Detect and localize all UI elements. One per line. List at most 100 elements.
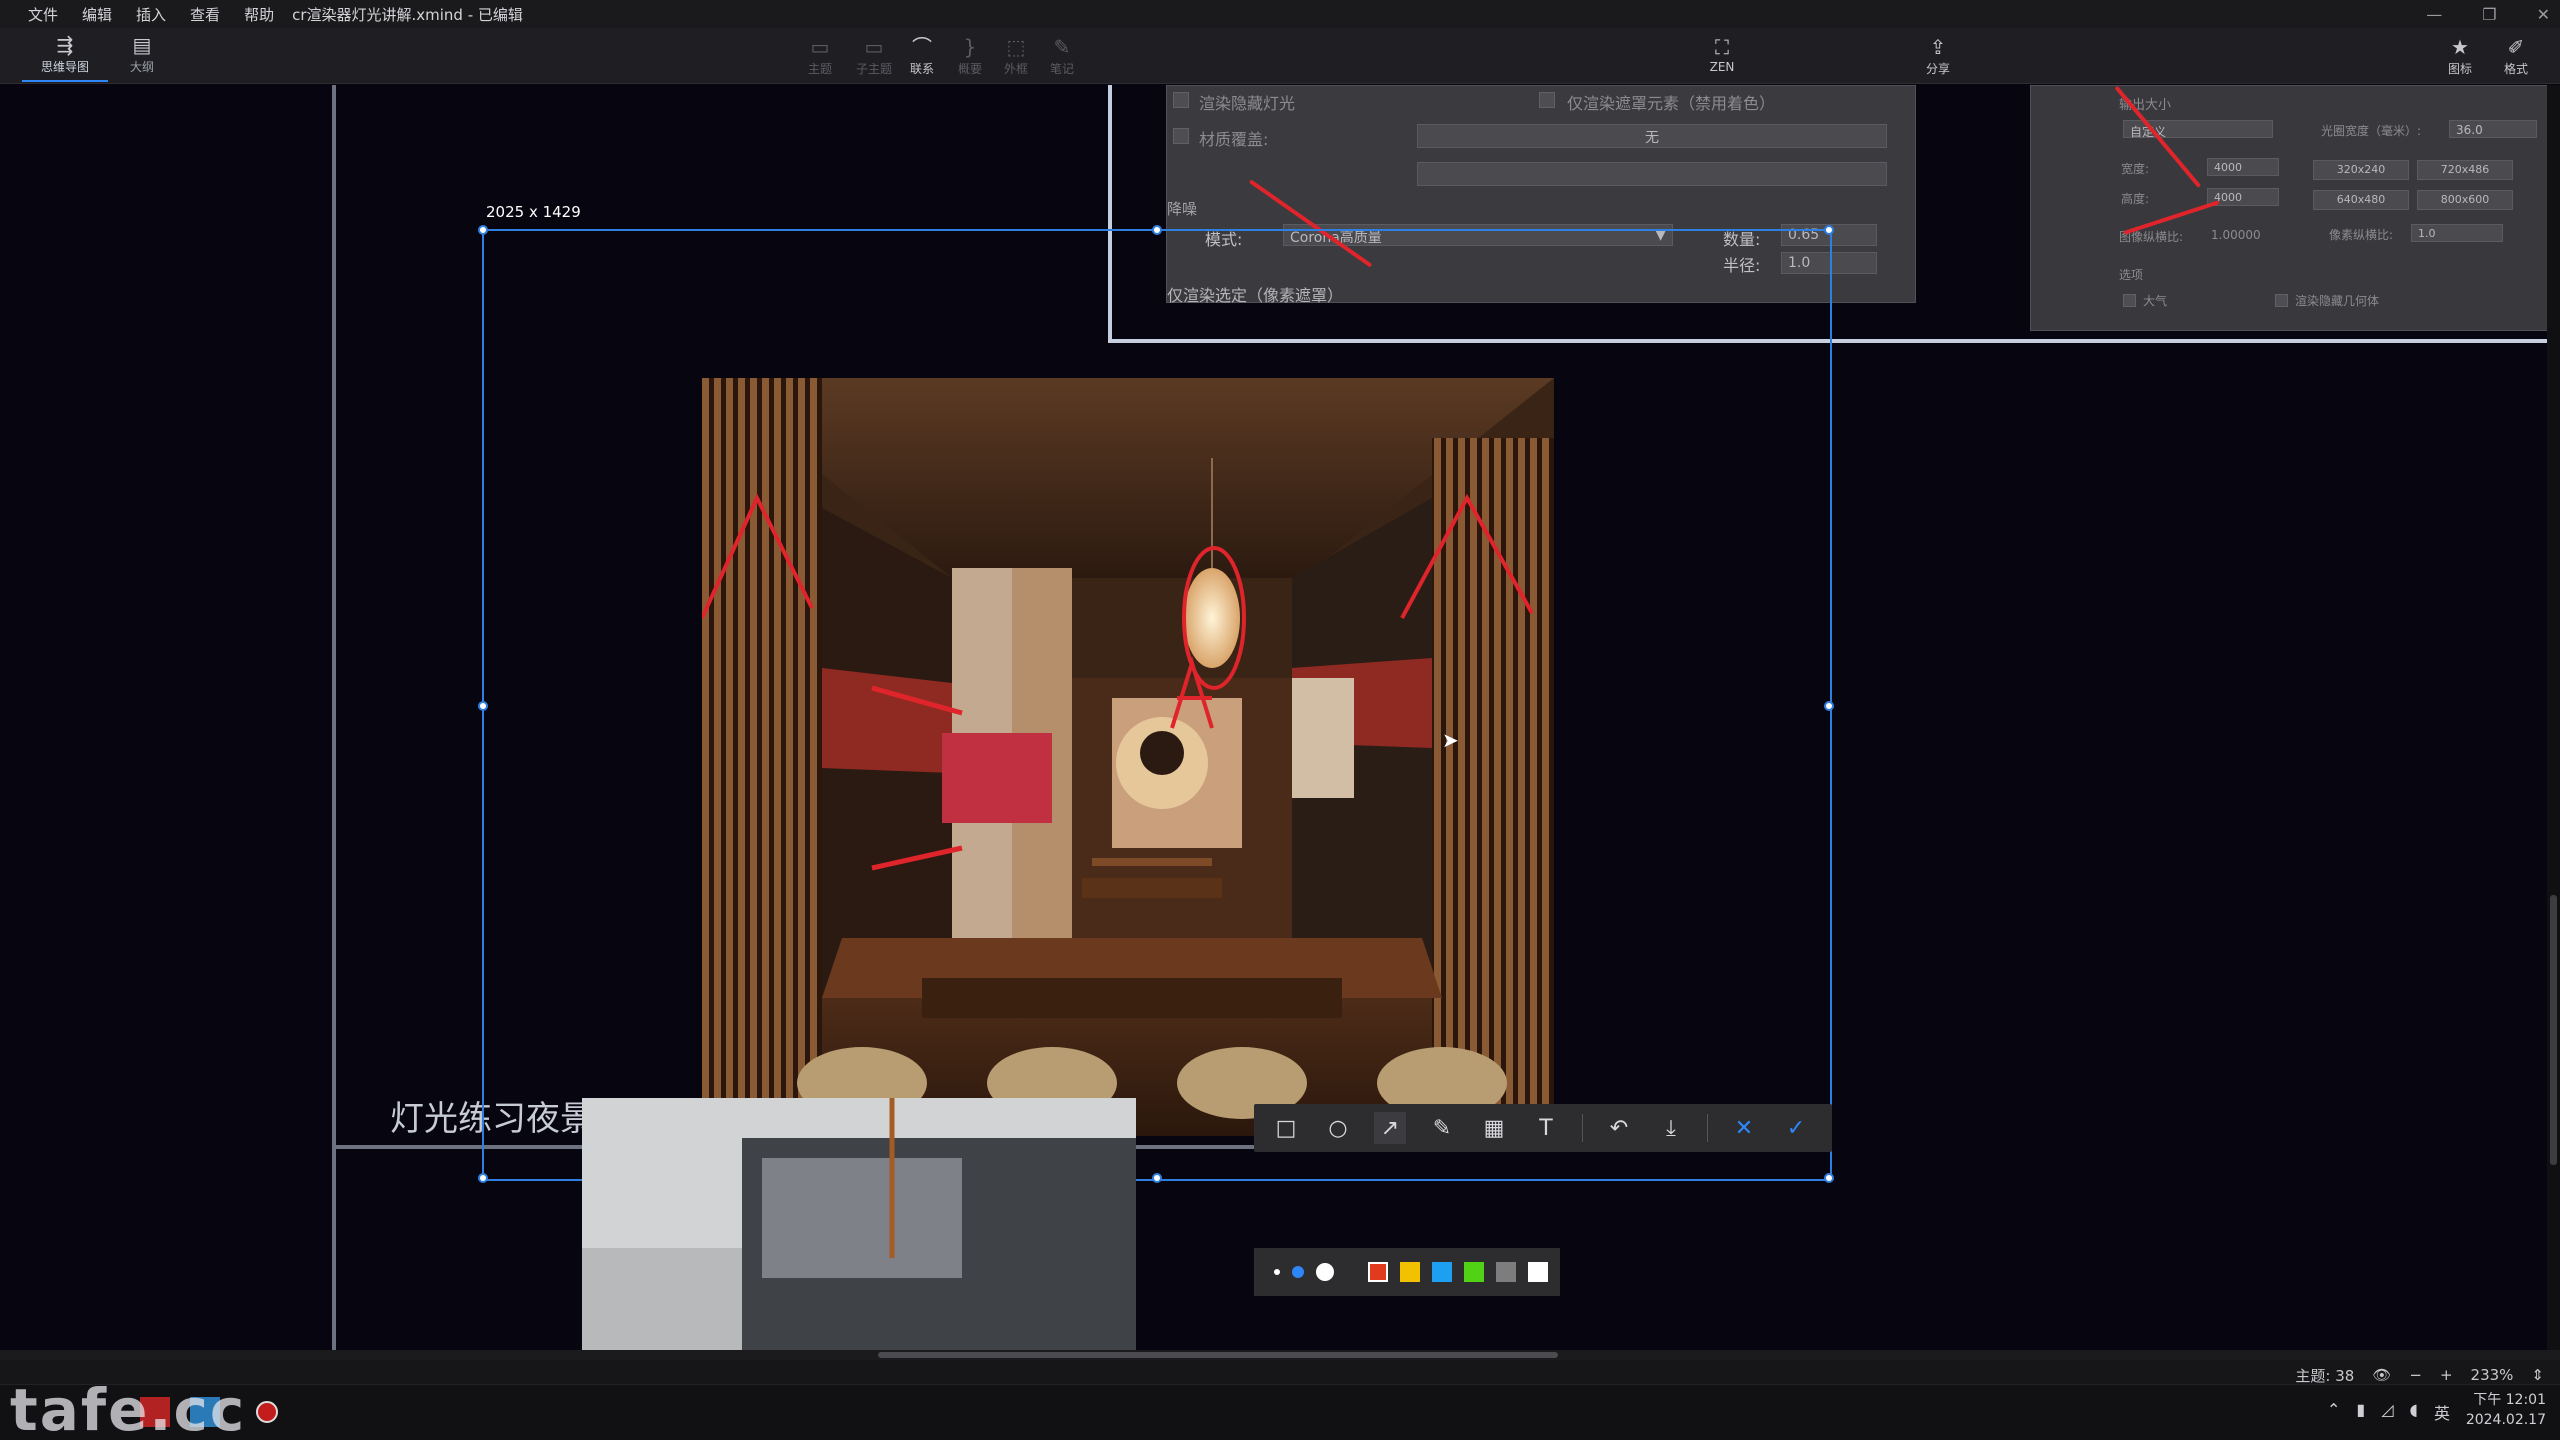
- text-icon: T: [1539, 1115, 1553, 1141]
- interior-thumbnail-illustration: [582, 1098, 1136, 1350]
- scrollbar-thumb[interactable]: [2550, 895, 2557, 1165]
- note-button[interactable]: ✎ 笔记: [1036, 34, 1088, 77]
- icon-panel-button[interactable]: ★ 图标: [2434, 34, 2486, 77]
- color-swatch-gray[interactable]: [1496, 1262, 1516, 1282]
- zoom-in-icon[interactable]: +: [2440, 1366, 2453, 1384]
- material-field: [1417, 162, 1887, 186]
- arrow-icon: ↗: [1380, 1115, 1400, 1141]
- menu-help[interactable]: 帮助: [232, 4, 286, 25]
- menu-bar: 文件 编辑 插入 查看 帮助: [16, 4, 286, 25]
- menu-file[interactable]: 文件: [16, 4, 70, 25]
- horizontal-scrollbar[interactable]: [0, 1350, 2560, 1360]
- record-icon[interactable]: [256, 1401, 278, 1423]
- summary-icon: }: [963, 35, 977, 59]
- color-swatch-red[interactable]: [1368, 1262, 1388, 1282]
- undo-tool[interactable]: ↶: [1603, 1112, 1635, 1144]
- brush-size-large[interactable]: [1316, 1263, 1334, 1281]
- eye-icon[interactable]: 👁: [2372, 1366, 2391, 1384]
- scrollbar-thumb[interactable]: [878, 1352, 1558, 1358]
- pixel-aspect-label: 像素纵横比:: [2329, 228, 2394, 242]
- summary-button[interactable]: } 概要: [944, 34, 996, 77]
- fullscreen-icon: ⛶: [1715, 35, 1729, 59]
- volume-icon[interactable]: ◖: [2410, 1400, 2418, 1424]
- zoom-out-icon[interactable]: −: [2409, 1366, 2422, 1384]
- boundary-button[interactable]: ⬚ 外框: [990, 34, 1042, 77]
- clock-date: 2024.02.17: [2465, 1412, 2546, 1428]
- ime-indicator[interactable]: 英: [2434, 1400, 2450, 1424]
- color-swatch-green[interactable]: [1464, 1262, 1484, 1282]
- resize-handle[interactable]: [1824, 1173, 1834, 1183]
- brush-size-medium[interactable]: [1292, 1266, 1304, 1278]
- menu-view[interactable]: 查看: [178, 4, 232, 25]
- cancel-tool[interactable]: ✕: [1728, 1112, 1760, 1144]
- boundary-icon: ⬚: [1006, 35, 1026, 59]
- note-icon: ✎: [1053, 35, 1071, 59]
- confirm-tool[interactable]: ✓: [1780, 1112, 1812, 1144]
- menu-edit[interactable]: 编辑: [70, 4, 124, 25]
- divider: [1707, 1114, 1708, 1142]
- aperture-label: 光圈宽度（毫米）:: [2321, 124, 2422, 138]
- color-swatch-yellow[interactable]: [1400, 1262, 1420, 1282]
- tab-outline-label: 大纲: [129, 60, 154, 74]
- resize-handle[interactable]: [1152, 1173, 1162, 1183]
- mask-only-label: 仅渲染遮罩元素（禁用着色）: [1567, 94, 1776, 113]
- ellipse-tool[interactable]: ○: [1322, 1112, 1354, 1144]
- resize-handle[interactable]: [478, 225, 488, 235]
- share-button[interactable]: ⇪ 分享: [1912, 34, 1964, 77]
- preset-320x240: 320x240: [2313, 160, 2409, 180]
- star-icon: ★: [2451, 35, 2469, 59]
- color-swatch-white[interactable]: [1528, 1262, 1548, 1282]
- rectangle-tool[interactable]: □: [1270, 1112, 1302, 1144]
- mosaic-tool[interactable]: ▦: [1478, 1112, 1510, 1144]
- output-size-image: 输出大小 自定义 光圈宽度（毫米）: 36.0 宽度: 4000 高度: 400…: [2030, 85, 2548, 331]
- system-clock[interactable]: 下午 12:01 2024.02.17: [2466, 1390, 2546, 1430]
- zen-button-label: ZEN: [1709, 60, 1735, 74]
- share-button-label: 分享: [1925, 62, 1950, 76]
- format-panel-button[interactable]: ✐ 格式: [2490, 34, 2542, 77]
- tab-outline[interactable]: ▤ 大纲: [120, 32, 164, 82]
- pen-tool[interactable]: ✎: [1426, 1112, 1458, 1144]
- mindmap-canvas[interactable]: 渲染隐藏灯光 仅渲染遮罩元素（禁用着色） 材质覆盖: 无 降噪 模式: Coro…: [0, 85, 2560, 1350]
- usb-icon[interactable]: ▮: [2356, 1400, 2365, 1424]
- resize-handle[interactable]: [1824, 225, 1834, 235]
- tab-mindmap[interactable]: ⇶ 思维导图: [22, 32, 108, 82]
- restore-icon[interactable]: ❐: [2482, 5, 2496, 24]
- divider: [1582, 1114, 1583, 1142]
- checkbox: [1539, 92, 1555, 108]
- topic-button[interactable]: ▭ 主题: [794, 34, 846, 77]
- zen-button[interactable]: ⛶ ZEN: [1696, 34, 1748, 74]
- window-controls: — ❐ ✕: [2426, 0, 2550, 28]
- width-field: 4000: [2207, 158, 2279, 176]
- resize-handle[interactable]: [1152, 225, 1162, 235]
- brush-size-small[interactable]: [1274, 1269, 1280, 1275]
- mouse-cursor-icon: ➤: [1442, 728, 1459, 752]
- resize-handle[interactable]: [478, 1173, 488, 1183]
- pen-icon: ✎: [1432, 1115, 1452, 1141]
- vertical-scrollbar[interactable]: [2547, 85, 2560, 1350]
- text-tool[interactable]: T: [1530, 1112, 1562, 1144]
- resize-handle[interactable]: [1824, 701, 1834, 711]
- close-icon[interactable]: ✕: [2537, 5, 2550, 24]
- preview-thumbnail-image: [582, 1098, 1136, 1350]
- relationship-button-label: 联系: [909, 62, 934, 76]
- minimize-icon[interactable]: —: [2426, 5, 2442, 24]
- color-swatch-blue[interactable]: [1432, 1262, 1452, 1282]
- download-icon: ⤓: [1666, 1115, 1676, 1141]
- download-tool[interactable]: ⤓: [1655, 1112, 1687, 1144]
- boundary-button-label: 外框: [1003, 62, 1028, 76]
- zoom-stepper-icon[interactable]: ⇕: [2531, 1366, 2544, 1384]
- title-bar: 文件 编辑 插入 查看 帮助 cr渲染器灯光讲解.xmind - 已编辑 — ❐…: [0, 0, 2560, 28]
- branch-line: [332, 85, 336, 1350]
- pixel-aspect-field: 1.0: [2411, 224, 2503, 242]
- cancel-icon: ✕: [1734, 1115, 1754, 1141]
- preset-800x600: 800x600: [2417, 190, 2513, 210]
- arrow-tool[interactable]: ↗: [1374, 1112, 1406, 1144]
- chevron-up-icon[interactable]: ⌃: [2327, 1400, 2340, 1424]
- zoom-level[interactable]: 233%: [2471, 1366, 2514, 1384]
- screenshot-selection-box[interactable]: [478, 225, 1834, 1183]
- resize-handle[interactable]: [478, 701, 488, 711]
- relationship-button[interactable]: ⌒ 联系: [896, 34, 948, 77]
- network-icon[interactable]: ◿: [2381, 1400, 2393, 1424]
- subtopic-button[interactable]: ▭ 子主题: [848, 34, 900, 77]
- menu-insert[interactable]: 插入: [124, 4, 178, 25]
